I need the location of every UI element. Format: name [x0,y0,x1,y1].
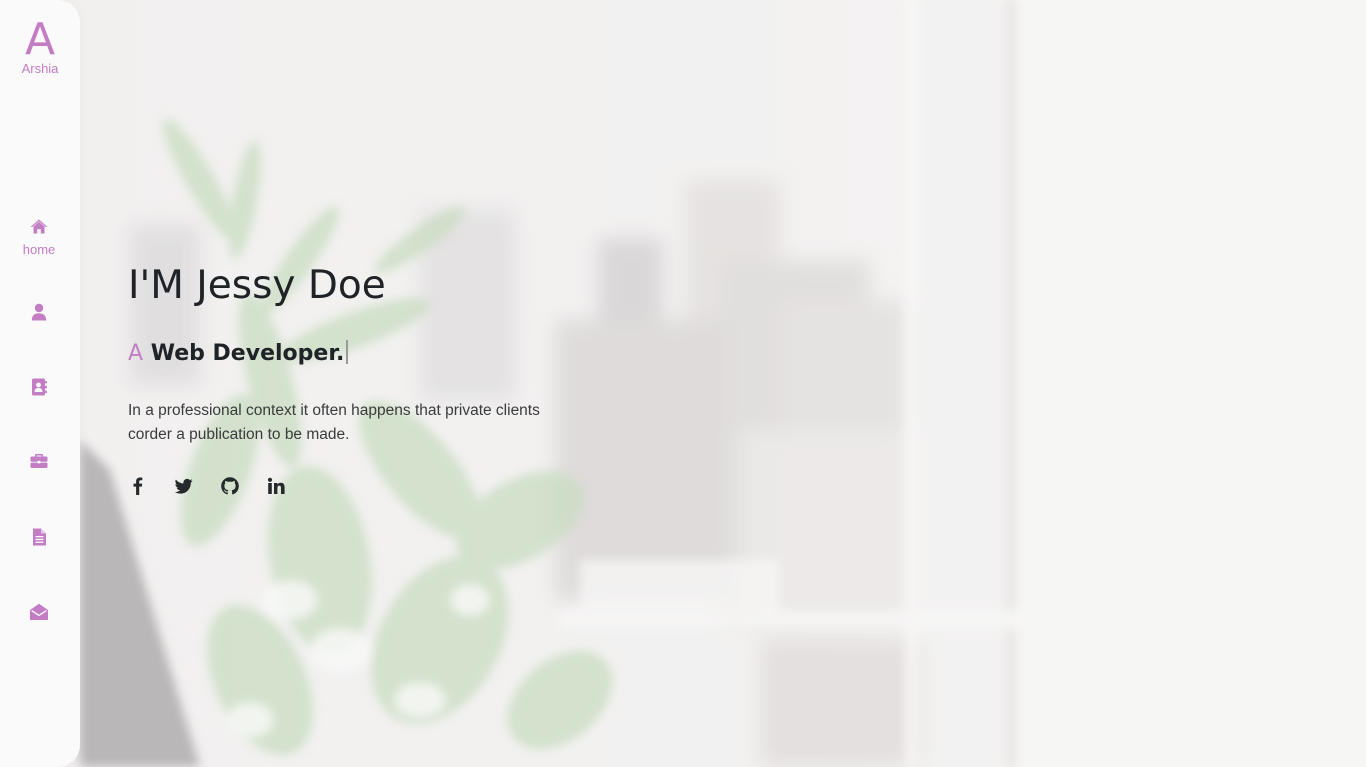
nav-item-home[interactable]: home [0,217,78,267]
nav-item-portfolio[interactable] [0,451,78,501]
hero-section: I'M Jessy Doe A Web Developer. In a prof… [128,258,648,496]
github-icon [221,477,239,495]
github-link[interactable] [220,476,240,496]
twitter-link[interactable] [174,476,194,496]
brand-name: Arshia [21,61,59,76]
envelope-open-icon [29,602,49,622]
hero-role-prefix: A [128,341,144,366]
twitter-icon [174,478,193,494]
address-book-icon [29,377,49,397]
hero-role-text: Web Developer. [150,341,345,366]
sidebar: A Arshia home [0,0,80,767]
nav-item-resume[interactable] [0,527,78,577]
social-links [128,476,648,496]
user-icon [29,302,49,322]
facebook-icon [133,477,143,495]
nav-item-home-label: home [22,242,56,257]
page: A Arshia home I'M Jessy Doe A Web Develo… [0,0,1366,767]
logo-letter: A [24,14,56,65]
hero-role: A Web Developer. [128,339,648,369]
nav-item-about[interactable] [0,302,78,352]
document-icon [29,527,49,547]
hero-title: I'M Jessy Doe [128,263,386,308]
linkedin-link[interactable] [266,476,286,496]
linkedin-icon [267,477,285,494]
home-icon [29,217,49,237]
nav-item-contact[interactable] [0,602,78,652]
brand-logo[interactable]: A Arshia [0,14,80,77]
facebook-link[interactable] [128,476,148,496]
hero-description: In a professional context it often happe… [128,402,540,443]
briefcase-icon [29,451,49,471]
typing-cursor [346,340,349,364]
nav-item-contact-book[interactable] [0,377,78,427]
